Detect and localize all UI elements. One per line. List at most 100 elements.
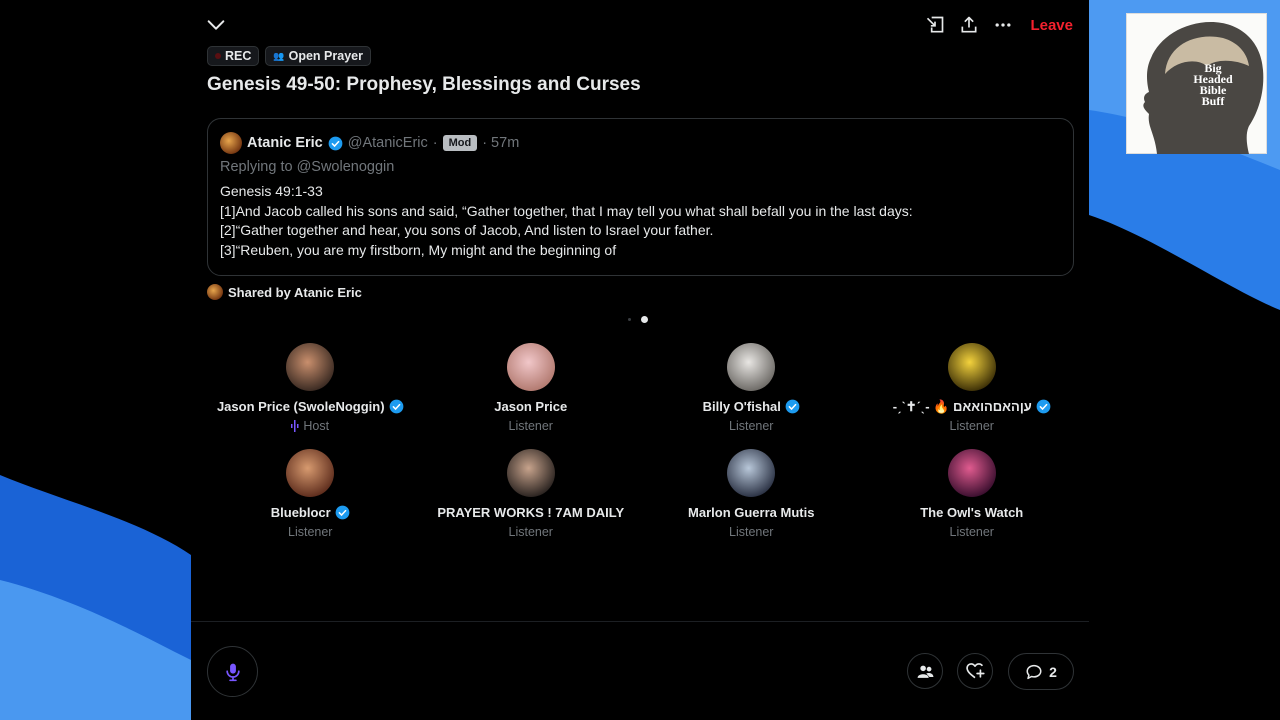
space-panel: Leave REC 👥 Open Prayer Genesis 49-50: Pr… (191, 0, 1089, 720)
mic-button[interactable] (207, 646, 258, 697)
more-icon[interactable] (992, 14, 1014, 36)
top-actions: Leave (924, 10, 1073, 40)
participant-role-row: Listener (509, 419, 553, 433)
thumb-text: Buff (1202, 94, 1226, 108)
participant-avatar[interactable] (506, 449, 555, 497)
share-icon[interactable] (958, 14, 980, 36)
participants-grid: Jason Price (SwoleNoggin) Host Jason Pri… (200, 343, 1082, 555)
participant[interactable]: Jason Price (SwoleNoggin) Host (200, 343, 421, 449)
verified-icon (389, 399, 403, 414)
participant-role-row: Listener (729, 419, 773, 433)
author-handle[interactable]: @AtanicEric (348, 135, 428, 151)
participant-name: Marlon Guerra Mutis (688, 505, 815, 520)
carousel-dot-active[interactable] (641, 316, 648, 323)
topic-label: Open Prayer (288, 49, 363, 63)
participant-name-row: -ˏˋ✝ˊˎ- 🔥 עןהאםהואאם (893, 398, 1051, 415)
participant-avatar[interactable] (727, 343, 776, 391)
participant[interactable]: Marlon Guerra Mutis Listener (641, 449, 862, 555)
shared-by-label: Shared by Atanic Eric (228, 284, 362, 300)
participant-name-row: The Owl's Watch (920, 504, 1023, 521)
participant-name-row: PRAYER WORKS ! 7AM DAILY (437, 504, 624, 521)
verified-icon (1036, 399, 1051, 414)
participant-avatar[interactable] (947, 343, 996, 391)
participant-role: Listener (949, 525, 994, 539)
space-badges: REC 👥 Open Prayer (207, 46, 371, 66)
chevron-down-icon[interactable] (205, 14, 227, 36)
author-name[interactable]: Atanic Eric (247, 135, 323, 151)
participant-name-row: Bluebloсr (271, 504, 350, 521)
head-silhouette-logo: Big Headed Bible Buff (1143, 22, 1264, 154)
verified-icon (335, 505, 350, 520)
participant-name: -ˏˋ✝ˊˎ- 🔥 עןהאםהואאם (892, 398, 1032, 414)
participant-role: Listener (949, 419, 994, 433)
divider (191, 621, 1089, 622)
participant-role: Listener (508, 419, 553, 433)
pinned-post-card[interactable]: Atanic Eric @AtanicEric · Mod · 57m Repl… (207, 118, 1074, 276)
participant-name-row: Jason Price (SwoleNoggin) (217, 398, 404, 415)
participant-role: Listener (729, 419, 774, 433)
post-line: [2]“Gather together and hear, you sons o… (220, 222, 714, 238)
participant-role: Listener (288, 525, 333, 539)
microphone-icon (225, 663, 240, 681)
participant[interactable]: The Owl's Watch Listener (862, 449, 1083, 555)
leave-button[interactable]: Leave (1030, 17, 1073, 34)
participant[interactable]: PRAYER WORKS ! 7AM DAILY Listener (421, 449, 642, 555)
participant[interactable]: Billy O'fishal Listener (641, 343, 862, 449)
participant-name: Jason Price (SwoleNoggin) (216, 399, 385, 414)
replying-to: Replying to @Swolenoggin (220, 159, 395, 175)
participant-avatar[interactable] (727, 449, 776, 497)
participant-role-row: Listener (950, 419, 994, 433)
minimize-dock-icon[interactable] (924, 14, 946, 36)
participant-avatar[interactable] (947, 449, 996, 497)
participant-avatar[interactable] (506, 343, 555, 391)
verified-icon (328, 136, 343, 150)
people-icon (917, 665, 933, 678)
participant-name: PRAYER WORKS ! 7AM DAILY (437, 505, 625, 520)
comment-icon (1026, 664, 1042, 679)
reaction-button[interactable] (957, 653, 993, 689)
topic-badge[interactable]: 👥 Open Prayer (265, 46, 371, 66)
participant-name: Jason Price (494, 399, 568, 414)
rec-dot-icon (215, 53, 221, 59)
post-time: · 57m (482, 135, 520, 151)
speaking-wave-icon (291, 420, 299, 432)
space-title: Genesis 49-50: Prophesy, Blessings and C… (207, 74, 641, 95)
participant-name-row: Marlon Guerra Mutis (688, 504, 814, 521)
participant-role: Host (303, 419, 330, 433)
author-avatar[interactable] (220, 132, 242, 154)
comments-button[interactable]: 2 (1008, 653, 1074, 690)
participant[interactable]: Bluebloсr Listener (200, 449, 421, 555)
sharer-avatar (207, 284, 223, 300)
rec-badge: REC (207, 46, 260, 66)
participant[interactable]: Jason Price Listener (421, 343, 642, 449)
mod-badge: Mod (442, 135, 478, 151)
participant-role-row: Listener (950, 525, 994, 539)
comments-count: 2 (1049, 663, 1057, 680)
participant-name: The Owl's Watch (920, 505, 1024, 520)
carousel-dots (628, 316, 648, 323)
participant-role-row: Listener (509, 525, 553, 539)
participant-avatar[interactable] (286, 343, 335, 391)
verified-icon (785, 399, 800, 414)
participant-role-row: Listener (729, 525, 773, 539)
participant-role: Listener (729, 525, 774, 539)
shared-by: Shared by Atanic Eric (207, 284, 362, 300)
participant-name-row: Jason Price (494, 398, 567, 415)
post-line: [3]“Reuben, you are my firstborn, My mig… (220, 241, 617, 258)
participant-name: Billy O'fishal (702, 399, 781, 414)
participant-role-row: Host (291, 419, 329, 433)
channel-thumbnail: Big Headed Bible Buff (1126, 13, 1267, 154)
post-body: Genesis 49:1-33 [1]And Jacob called his … (220, 182, 1061, 260)
post-line: Genesis 49:1-33 (220, 183, 323, 199)
rec-label: REC (225, 49, 252, 63)
participant-name-row: Billy O'fishal (703, 398, 800, 415)
separator: · (432, 135, 438, 151)
carousel-dot[interactable] (628, 318, 631, 321)
participant-avatar[interactable] (286, 449, 335, 497)
people-button[interactable] (907, 653, 943, 689)
post-line: [1]And Jacob called his sons and said, “… (220, 202, 913, 219)
heart-plus-icon (966, 663, 985, 679)
participant-name: Bluebloсr (270, 505, 331, 520)
participant-role-row: Listener (288, 525, 332, 539)
participant[interactable]: -ˏˋ✝ˊˎ- 🔥 עןהאםהואאם Listener (862, 343, 1083, 449)
